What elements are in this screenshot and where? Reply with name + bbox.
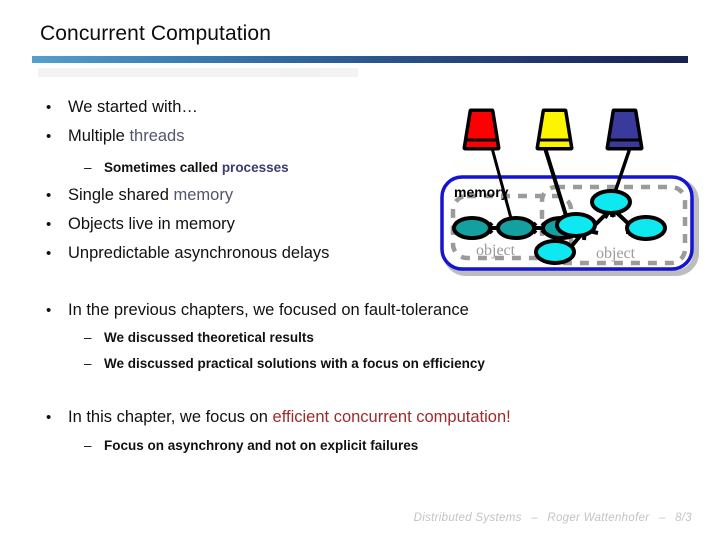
subbullet-text: We discussed theoretical results <box>104 330 314 345</box>
footer-separator-2: – <box>658 512 666 524</box>
scan-artifact-line-2 <box>280 68 320 77</box>
thread-red <box>462 108 501 151</box>
object-label-right: object <box>596 245 636 262</box>
subbullet-text: Sometimes called <box>104 160 222 175</box>
subbullet-practical-solutions: – We discussed practical solutions with … <box>84 356 485 372</box>
bullet-multiple-threads: • Multiple threads <box>46 127 185 145</box>
keyword-memory: memory <box>173 186 234 204</box>
footer-course: Distributed Systems <box>413 512 522 524</box>
dash-marker-icon: – <box>84 438 92 453</box>
bullet-text: Unpredictable asynchronous delays <box>68 244 330 262</box>
emphasis-efficient-concurrent-computation: efficient concurrent computation <box>272 408 507 426</box>
bullet-marker-icon: • <box>46 302 52 319</box>
keyword-threads: threads <box>129 127 185 145</box>
subbullet-theoretical-results: – We discussed theoretical results <box>84 330 314 346</box>
bullet-single-shared-memory: • Single shared memory <box>46 186 234 204</box>
concurrency-diagram: memory object object <box>440 100 700 295</box>
bullet-text: In this chapter, we focus on <box>68 408 273 426</box>
subbullet-focus-asynchrony: – Focus on asynchrony and not on explici… <box>84 438 419 454</box>
bullet-marker-icon: • <box>46 128 52 145</box>
bullet-marker-icon: • <box>46 187 52 204</box>
dash-marker-icon: – <box>84 160 92 175</box>
bullet-text: We started with… <box>68 98 198 116</box>
bullet-objects-live-in-memory: • Objects live in memory <box>46 215 235 233</box>
footer-page-number: 8/3 <box>675 512 692 524</box>
bullet-marker-icon: • <box>46 409 52 426</box>
bullet-we-started-with: • We started with… <box>46 98 198 116</box>
bullet-this-chapter: • In this chapter, we focus on efficient… <box>46 408 511 426</box>
bullet-text: Multiple <box>68 127 130 145</box>
subbullet-sometimes-called-processes: – Sometimes called processes <box>84 160 289 176</box>
thread-yellow <box>535 108 574 151</box>
bullet-previous-chapters: • In the previous chapters, we focused o… <box>46 301 469 319</box>
memory-label: memory <box>454 184 509 200</box>
bullet-text: Objects live in memory <box>68 215 235 233</box>
page-title: Concurrent Computation <box>40 22 271 45</box>
title-accent-bar <box>32 56 688 63</box>
subbullet-text: Focus on asynchrony and not on explicit … <box>104 438 419 453</box>
footer-separator: – <box>531 512 538 524</box>
bullet-marker-icon: • <box>46 99 52 116</box>
bullet-text: In the previous chapters, we focused on … <box>68 301 469 319</box>
emphasis-suffix: ! <box>506 408 511 426</box>
bullet-marker-icon: • <box>46 245 52 262</box>
footer-author: Roger Wattenhofer <box>547 512 650 524</box>
slide-footer: Distributed Systems – Roger Wattenhofer … <box>414 512 692 524</box>
keyword-processes: processes <box>221 160 289 175</box>
dash-marker-icon: – <box>84 330 92 345</box>
thread-blue <box>605 108 644 151</box>
bullet-unpredictable-delays: • Unpredictable asynchronous delays <box>46 244 330 262</box>
dash-marker-icon: – <box>84 356 92 371</box>
bullet-marker-icon: • <box>46 216 52 233</box>
bullet-text: Single shared <box>68 186 174 204</box>
subbullet-text: We discussed practical solutions with a … <box>104 356 485 371</box>
object-label-left: object <box>476 242 516 259</box>
